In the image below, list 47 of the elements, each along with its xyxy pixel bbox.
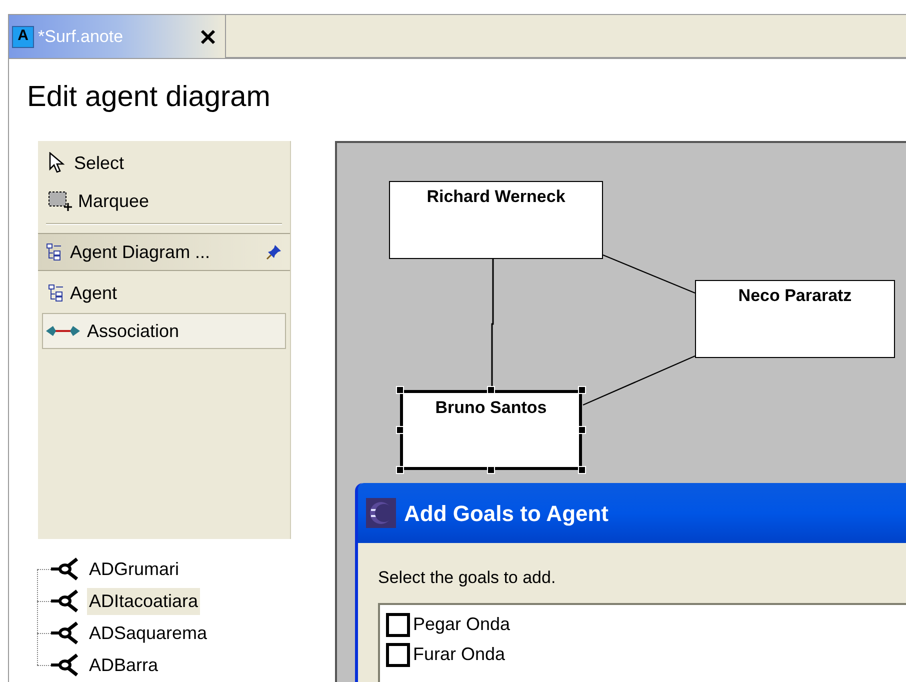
agent-node[interactable]: Bruno Santos (400, 390, 582, 470)
palette-item[interactable]: Association (42, 313, 286, 349)
file-icon: A (12, 26, 34, 48)
agent-node[interactable]: Richard Werneck (389, 181, 603, 259)
close-icon[interactable] (200, 28, 216, 44)
association-line[interactable] (582, 355, 696, 406)
tab-title: *Surf.anote (38, 26, 124, 48)
resize-handle[interactable] (396, 466, 404, 474)
agent-node[interactable]: Neco Pararatz (695, 280, 895, 358)
association-tool-icon (45, 325, 81, 337)
drawer-header[interactable]: Agent Diagram ... (38, 233, 290, 271)
tree-node-icon (51, 653, 81, 677)
dialog-prompt: Select the goals to add. (378, 567, 557, 589)
resize-handle[interactable] (396, 426, 404, 434)
palette-tool[interactable]: Select (38, 147, 290, 179)
resize-handle[interactable] (578, 426, 586, 434)
editor-tab[interactable]: A *Surf.anote (9, 15, 226, 58)
tree-item[interactable]: ADSaquarema (87, 620, 210, 646)
tree-item[interactable]: ADGrumari (87, 556, 182, 582)
palette-tool[interactable]: Marquee (38, 185, 290, 217)
tree-node-icon (51, 589, 81, 613)
dialog-title: Add Goals to Agent (404, 500, 609, 528)
goal-label: Pegar Onda (413, 613, 510, 636)
resize-handle[interactable] (487, 466, 495, 474)
tree-node-icon (51, 621, 81, 645)
tree-item[interactable]: ADBarra (87, 652, 160, 678)
page-title: Edit agent diagram (27, 83, 272, 112)
resize-handle[interactable] (578, 386, 586, 394)
association-line[interactable] (602, 254, 696, 294)
palette-item[interactable]: Agent (38, 275, 290, 311)
checkbox[interactable] (386, 612, 410, 636)
agent-name: Neco Pararatz (738, 285, 852, 307)
checkbox[interactable] (386, 642, 410, 666)
marquee-tool-icon (48, 190, 72, 212)
app-icon (366, 498, 396, 528)
resize-handle[interactable] (396, 386, 404, 394)
tree-icon (46, 243, 62, 261)
tree-node-icon (51, 557, 81, 581)
tree-item[interactable]: ADItacoatiara (87, 588, 200, 614)
goal-label: Furar Onda (413, 643, 506, 666)
pin-icon[interactable] (266, 244, 282, 260)
resize-handle[interactable] (487, 386, 495, 394)
resize-handle[interactable] (578, 466, 586, 474)
association-line[interactable] (491, 259, 494, 389)
agent-name: Richard Werneck (426, 186, 566, 208)
agent-name: Bruno Santos (435, 397, 547, 419)
agent-tool-icon (48, 284, 64, 302)
